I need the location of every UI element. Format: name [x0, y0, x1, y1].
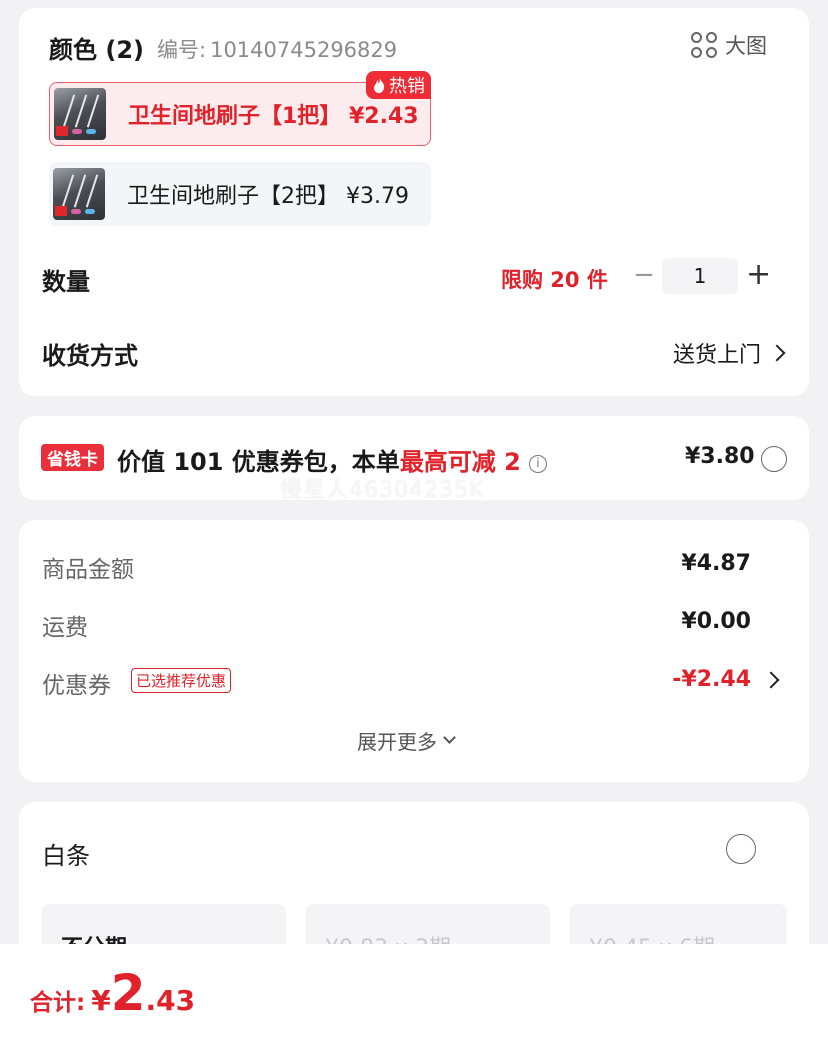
expand-more-label: 展开更多: [357, 730, 437, 754]
freight-label: 运费: [42, 615, 88, 641]
shipping-label: 收货方式: [42, 342, 138, 370]
currency-symbol: ¥: [91, 984, 111, 1017]
variant-option-2[interactable]: 卫生间地刷子【2把】 ¥3.79: [49, 162, 431, 226]
hot-sale-badge: 热销: [366, 71, 431, 99]
bigview-label: 大图: [725, 34, 767, 58]
baitiao-radio[interactable]: [726, 834, 756, 864]
hot-sale-label: 热销: [389, 76, 425, 97]
chevron-down-icon: [443, 731, 456, 744]
variant-price: ¥3.79: [346, 184, 409, 209]
savings-card-radio[interactable]: [761, 446, 787, 472]
quantity-label: 数量: [42, 268, 90, 296]
chevron-right-icon: [768, 344, 786, 362]
info-icon[interactable]: i: [528, 455, 547, 473]
variant-text: 卫生间地刷子【1把】 ¥2.43: [128, 98, 419, 130]
purchase-limit: 限购 20 件: [501, 268, 608, 292]
variant-name: 卫生间地刷子【2把】: [127, 184, 339, 209]
variant-price: ¥2.43: [348, 104, 419, 129]
total-price: 合计: ¥ 2 .43: [30, 964, 195, 1022]
watermark: 慢星人46304235K: [280, 478, 485, 503]
total-decimal: .43: [145, 984, 196, 1017]
sku-code: 编号: 10140745296829: [157, 34, 397, 64]
total-label: 合计:: [30, 990, 86, 1016]
sku-code-label: 编号:: [157, 38, 207, 62]
coupon-discount-value[interactable]: -¥2.44: [672, 667, 751, 692]
recommended-coupon-badge: 已选推荐优惠: [131, 668, 232, 693]
product-thumbnail: [54, 88, 106, 140]
flame-icon: [374, 77, 385, 93]
goods-amount-label: 商品金额: [42, 557, 134, 583]
goods-amount-value: ¥4.87: [681, 551, 751, 576]
bottom-bar: 合计: ¥ 2 .43: [0, 944, 828, 1039]
savings-card-badge: 省钱卡: [41, 444, 104, 471]
total-integer: 2: [110, 964, 146, 1022]
quantity-input[interactable]: 1: [662, 258, 738, 294]
baitiao-title: 白条: [42, 842, 90, 870]
freight-value: ¥0.00: [681, 609, 751, 634]
shipping-value: 送货上门: [672, 343, 761, 368]
variant-name: 卫生间地刷子【1把】: [128, 104, 342, 129]
shipping-method-selector[interactable]: 送货上门: [672, 337, 786, 369]
savings-card-price: ¥3.80: [685, 444, 755, 469]
variant-text: 卫生间地刷子【2把】 ¥3.79: [127, 178, 409, 210]
sku-card: 颜色 (2) 编号: 10140745296829 大图 卫生间地刷子【1把】 ¥…: [19, 8, 809, 396]
product-thumbnail: [53, 168, 105, 220]
grid-view-icon: [691, 32, 717, 58]
bigview-button[interactable]: 大图: [691, 30, 767, 60]
variant-option-1[interactable]: 卫生间地刷子【1把】 ¥2.43 热销: [49, 71, 431, 146]
chevron-right-icon[interactable]: [762, 671, 780, 689]
amount-card: 商品金额 ¥4.87 运费 ¥0.00 优惠券 已选推荐优惠 -¥2.44 展开…: [19, 520, 809, 782]
coupon-label: 优惠券: [42, 673, 111, 699]
quantity-decrease-button[interactable]: −: [633, 260, 655, 290]
quantity-increase-button[interactable]: +: [746, 258, 771, 292]
color-title: 颜色 (2): [49, 36, 144, 64]
sku-code-value: 10140745296829: [210, 38, 398, 62]
expand-more-button[interactable]: 展开更多: [357, 726, 456, 755]
